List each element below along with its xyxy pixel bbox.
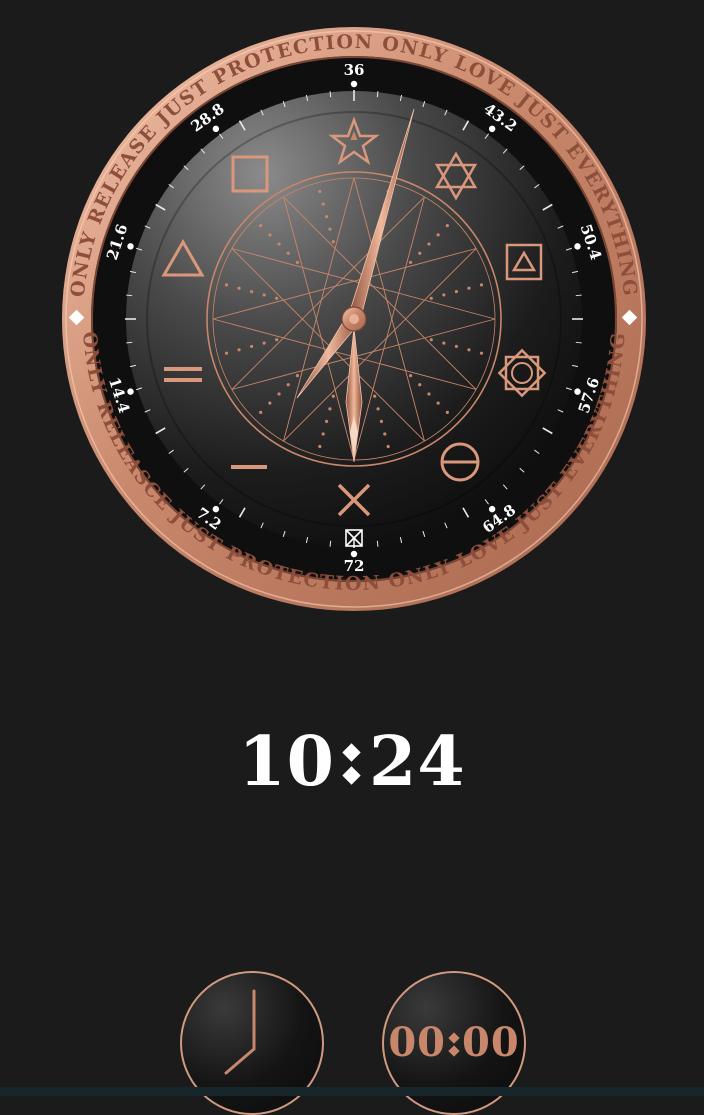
stopwatch-readout: 00 00: [384, 1019, 524, 1066]
digital-time: 10 24: [0, 722, 704, 802]
digital-minutes: 24: [369, 722, 466, 802]
scale-dot: [574, 243, 581, 250]
bottom-bar: [0, 1087, 704, 1096]
minute-tick: [575, 294, 582, 297]
stopwatch-minutes: 00: [388, 1019, 446, 1066]
scale-dot: [350, 80, 358, 88]
scale-dot: [488, 125, 496, 133]
digital-hours: 10: [238, 722, 335, 802]
stopwatch-seconds: 00: [462, 1019, 520, 1066]
scale-label: 36: [344, 61, 365, 79]
stopwatch-separator: [446, 1026, 462, 1060]
minute-tick: [329, 91, 332, 98]
scale-dot: [127, 243, 134, 250]
scale-dot: [212, 125, 220, 133]
digital-separator: [335, 731, 369, 791]
minute-tick: [126, 294, 133, 297]
watch-dial: ONLY RELEASE JUST PROTECTION ONLY LOVE J…: [62, 27, 646, 611]
scale-label: 72: [344, 557, 365, 575]
minute-tick: [376, 91, 379, 98]
minute-tick: [376, 540, 379, 547]
minute-tick: [575, 341, 582, 344]
minute-tick: [126, 341, 133, 344]
minute-tick: [329, 540, 332, 547]
